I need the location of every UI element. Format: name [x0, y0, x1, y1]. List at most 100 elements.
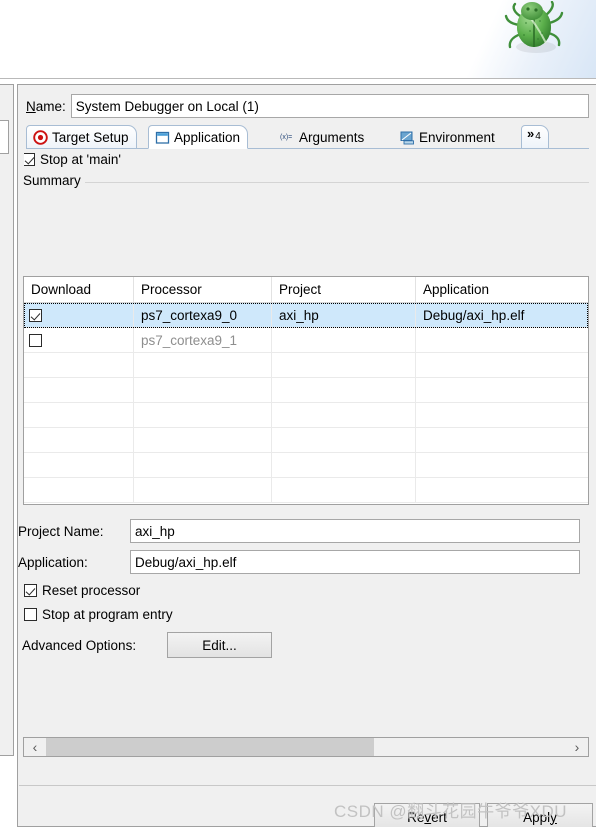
download-summary-table[interactable]: Download Processor Project Application p… [23, 276, 589, 505]
row-download-checkbox[interactable] [29, 308, 42, 322]
tab-bar: Target Setup Application (x)= Arguments … [26, 125, 589, 149]
tab-environment-label: Environment [419, 129, 495, 145]
table-empty-cell [24, 428, 134, 453]
application-input[interactable] [130, 550, 580, 574]
variable-xy-icon: (x)= [280, 130, 295, 145]
project-name-row: Project Name: [18, 519, 593, 543]
table-empty-cell [272, 453, 416, 478]
table-empty-cell [272, 378, 416, 403]
revert-apply-separator [19, 785, 596, 786]
revert-button[interactable]: Revert [374, 803, 480, 827]
tab-application-label: Application [174, 129, 241, 145]
table-empty-cell [134, 478, 272, 503]
table-empty-cell [134, 428, 272, 453]
table-empty-rows [24, 353, 588, 503]
row-download-checkbox[interactable] [29, 333, 42, 347]
advanced-options-label: Advanced Options: [22, 637, 137, 653]
table-empty-cell [24, 403, 134, 428]
stop-at-main-row[interactable]: Stop at 'main' [24, 152, 121, 167]
table-empty-cell [134, 353, 272, 378]
screenshot-root: Name: Target Setup [0, 0, 596, 827]
scrollbar-track[interactable] [46, 738, 566, 756]
table-empty-cell [272, 428, 416, 453]
table-empty-cell [416, 378, 588, 403]
table-row[interactable]: ps7_cortexa9_0 axi_hp Debug/axi_hp.elf [24, 303, 588, 328]
stop-at-program-entry-checkbox[interactable] [24, 608, 37, 621]
tab-application[interactable]: Application [148, 125, 249, 149]
table-empty-cell [416, 403, 588, 428]
summary-group-header: Summary [23, 173, 589, 188]
table-empty-cell [134, 453, 272, 478]
chevron-double-right-icon: » [527, 126, 535, 141]
row-download-cell[interactable] [24, 303, 134, 328]
table-empty-row[interactable] [24, 378, 588, 403]
tab-arguments[interactable]: (x)= Arguments [274, 125, 371, 149]
table-empty-cell [416, 478, 588, 503]
advanced-options-row: Advanced Options: Edit... [22, 632, 272, 658]
table-empty-cell [134, 403, 272, 428]
scrollbar-thumb[interactable] [46, 738, 374, 756]
summary-separator [23, 182, 589, 183]
tab-overflow-button[interactable]: » 4 [521, 125, 549, 149]
table-empty-row[interactable] [24, 453, 588, 478]
column-header-processor[interactable]: Processor [134, 277, 272, 302]
apply-mnemonic: y [550, 809, 557, 825]
name-label-rest: ame: [35, 98, 66, 114]
column-header-application[interactable]: Application [416, 277, 588, 302]
column-header-download[interactable]: Download [24, 277, 134, 302]
row-download-cell[interactable] [24, 328, 134, 353]
apply-label-before: Appl [523, 809, 551, 825]
name-label: Name: [26, 99, 71, 114]
apply-button[interactable]: Apply [487, 803, 593, 827]
row-processor-cell: ps7_cortexa9_1 [134, 328, 272, 353]
project-name-label: Project Name: [18, 523, 104, 539]
tab-target-setup[interactable]: Target Setup [26, 125, 137, 149]
table-empty-cell [416, 453, 588, 478]
table-empty-cell [272, 353, 416, 378]
table-row[interactable]: ps7_cortexa9_1 [24, 328, 588, 353]
scroll-right-arrow-icon[interactable]: › [566, 738, 588, 756]
stop-at-program-entry-row[interactable]: Stop at program entry [24, 607, 173, 622]
revert-label-before: Re [407, 809, 425, 825]
left-clipped-field [0, 120, 9, 154]
left-clipped-panel [0, 84, 14, 756]
environment-monitor-icon [400, 130, 415, 145]
application-row: Application: [18, 550, 593, 574]
table-empty-cell [134, 378, 272, 403]
row-application-cell: Debug/axi_hp.elf [416, 303, 588, 328]
table-empty-row[interactable] [24, 428, 588, 453]
revert-label-after: ert [431, 809, 447, 825]
blue-window-icon [155, 130, 170, 145]
table-empty-row[interactable] [24, 353, 588, 378]
stop-at-main-checkbox[interactable] [24, 153, 35, 166]
red-target-icon [33, 129, 48, 145]
svg-text:(x)=: (x)= [280, 134, 292, 141]
tab-arguments-label: Arguments [299, 129, 365, 145]
stop-at-main-label: Stop at 'main' [40, 152, 121, 167]
table-empty-cell [24, 353, 134, 378]
application-label: Application: [18, 554, 88, 570]
name-row: Name: [26, 94, 589, 118]
dialog-banner [0, 0, 596, 79]
reset-processor-checkbox[interactable] [24, 584, 37, 597]
application-tab-content: Stop at 'main' Summary Download Processo… [18, 149, 596, 779]
project-name-input[interactable] [130, 519, 580, 543]
green-bug-icon [502, 0, 566, 63]
table-header-row: Download Processor Project Application [24, 277, 588, 303]
name-input[interactable] [70, 94, 589, 118]
tab-environment[interactable]: Environment [394, 125, 502, 149]
table-empty-cell [416, 353, 588, 378]
table-empty-row[interactable] [24, 478, 588, 503]
table-empty-cell [272, 403, 416, 428]
horizontal-scrollbar[interactable]: ‹ › [23, 737, 589, 757]
row-processor-cell: ps7_cortexa9_0 [134, 303, 272, 328]
tab-overflow-count: 4 [535, 131, 541, 142]
table-empty-row[interactable] [24, 403, 588, 428]
column-header-project[interactable]: Project [272, 277, 416, 302]
tab-target-setup-label: Target Setup [52, 129, 129, 145]
reset-processor-row[interactable]: Reset processor [24, 583, 140, 598]
edit-advanced-options-button[interactable]: Edit... [167, 632, 272, 658]
scroll-left-arrow-icon[interactable]: ‹ [24, 738, 46, 756]
stop-at-program-entry-label: Stop at program entry [42, 607, 173, 622]
table-empty-cell [24, 453, 134, 478]
